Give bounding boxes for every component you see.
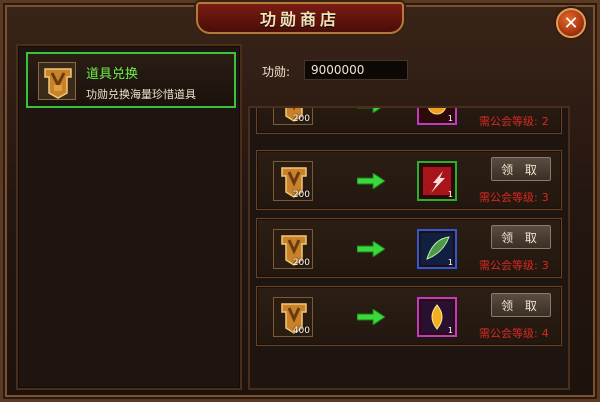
- requirement-text: 需公会等级: 2: [479, 113, 549, 129]
- exchange-row: 200 1 领 取 需公会等级: 3: [256, 150, 562, 210]
- red-crystal-icon: 1: [417, 161, 457, 201]
- cost-amount: 200: [292, 114, 310, 124]
- points-label: 功勋:: [262, 65, 291, 79]
- exchange-row: 200 1 领 取 需公会等级: 3: [256, 218, 562, 278]
- requirement-label: 需公会等级:: [479, 259, 538, 272]
- requirement-label: 需公会等级:: [479, 115, 538, 128]
- orange-orb-icon: 1: [417, 108, 457, 125]
- requirement-label: 需公会等级:: [479, 191, 538, 204]
- requirement-level: 2: [541, 115, 549, 128]
- arrow-right-icon: [356, 108, 385, 117]
- medal-cost-icon: 200: [273, 229, 313, 269]
- arrow-right-icon: [356, 308, 386, 329]
- requirement-text: 需公会等级: 3: [479, 257, 549, 273]
- close-button[interactable]: ✕: [556, 8, 586, 38]
- points-value: 9000000: [304, 60, 408, 80]
- arrow-right-icon: [356, 172, 386, 193]
- cost-amount: 400: [292, 326, 310, 336]
- medal-cost-icon: 400: [273, 297, 313, 337]
- arrow-right-icon: [356, 240, 386, 261]
- title-plate: 功勋商店: [196, 2, 404, 34]
- category-title: 道具兑换: [86, 67, 139, 82]
- green-feather-icon: 1: [417, 229, 457, 269]
- requirement-level: 3: [541, 259, 549, 272]
- requirement-level: 4: [541, 327, 549, 340]
- reward-count: 1: [447, 258, 453, 267]
- exchange-list[interactable]: 200 1 需公会等级: 2 200 1 领 取 需公会等级: 3 200 1 …: [248, 106, 570, 390]
- category-item-item-exchange[interactable]: 道具兑换 功勋兑换海量珍惜道具: [26, 52, 236, 108]
- medal-cost-icon: 200: [273, 108, 313, 125]
- claim-button[interactable]: 领 取: [491, 157, 551, 181]
- requirement-text: 需公会等级: 3: [479, 189, 549, 205]
- requirement-text: 需公会等级: 4: [479, 325, 549, 341]
- reward-count: 1: [447, 326, 453, 335]
- requirement-label: 需公会等级:: [479, 327, 538, 340]
- cost-amount: 200: [292, 258, 310, 268]
- exchange-row: 400 1 领 取 需公会等级: 4: [256, 286, 562, 346]
- window-title: 功勋商店: [259, 10, 340, 29]
- category-panel: 道具兑换 功勋兑换海量珍惜道具: [16, 44, 242, 390]
- claim-button[interactable]: 领 取: [491, 225, 551, 249]
- close-icon: ✕: [563, 12, 579, 34]
- claim-button[interactable]: 领 取: [491, 293, 551, 317]
- points-bar: 功勋: 9000000: [248, 56, 570, 86]
- reward-count: 1: [447, 190, 453, 199]
- reward-count: 1: [447, 114, 453, 123]
- requirement-level: 3: [541, 191, 549, 204]
- category-description: 功勋兑换海量珍惜道具: [86, 88, 196, 101]
- cost-amount: 200: [292, 190, 310, 200]
- medal-shield-icon: [38, 62, 76, 100]
- medal-cost-icon: 200: [273, 161, 313, 201]
- golden-leaf-icon: 1: [417, 297, 457, 337]
- exchange-row: 200 1 需公会等级: 2: [256, 108, 562, 134]
